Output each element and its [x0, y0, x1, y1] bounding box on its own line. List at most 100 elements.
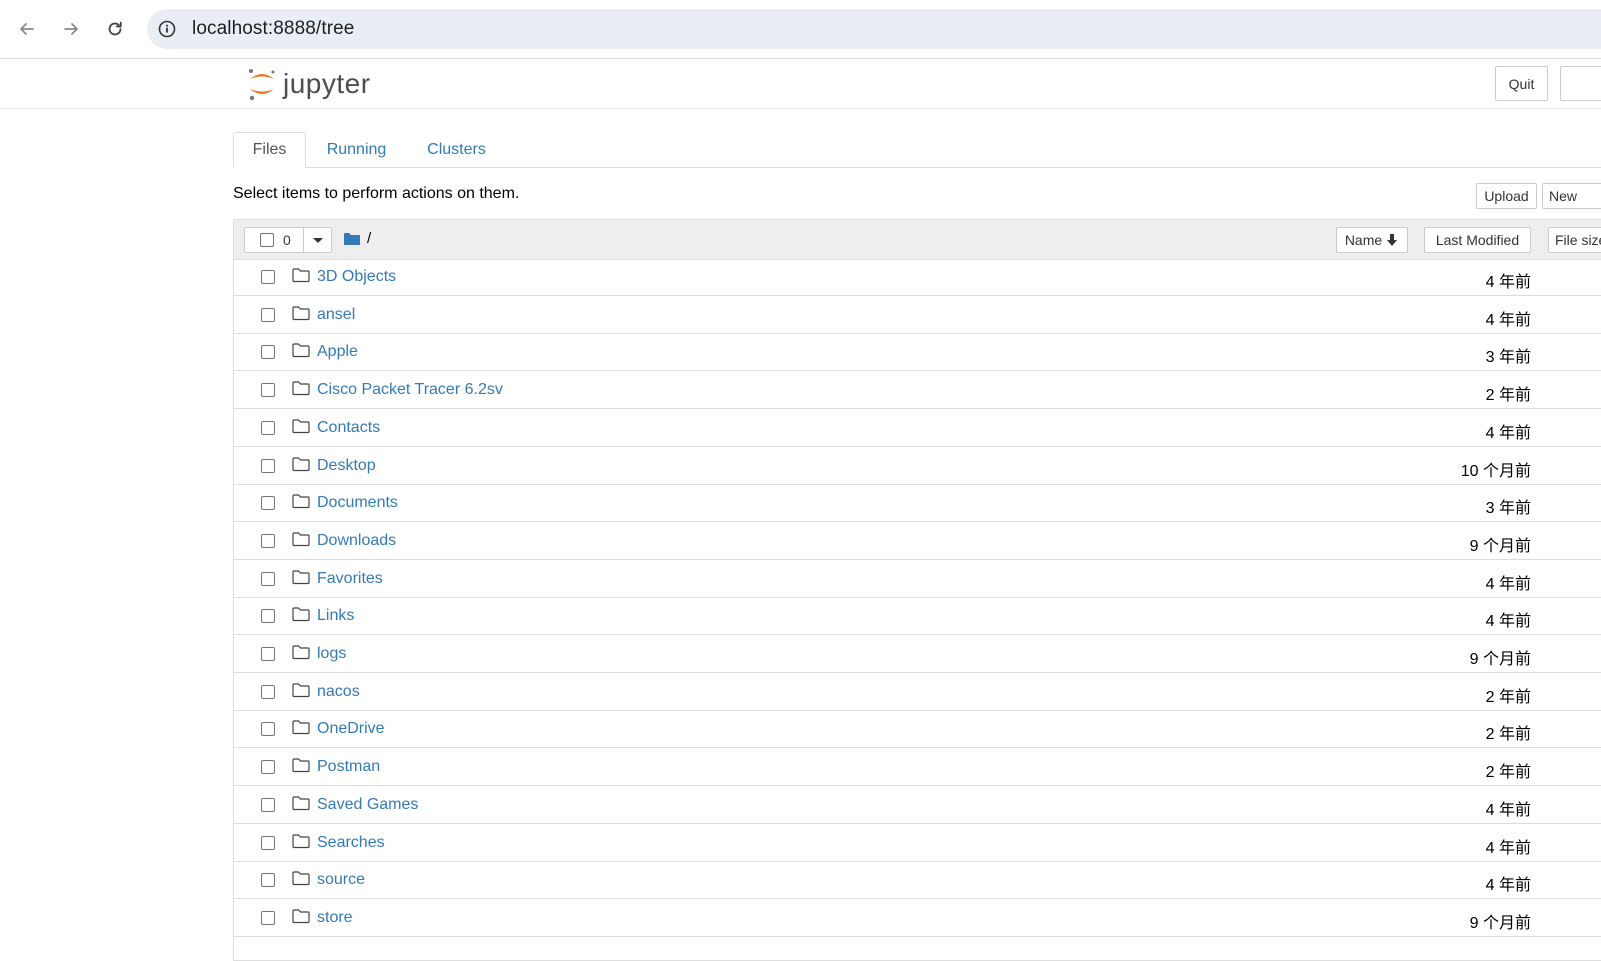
- info-icon[interactable]: [158, 20, 176, 38]
- item-checkbox[interactable]: [261, 307, 275, 322]
- item-name-link[interactable]: OneDrive: [317, 720, 385, 738]
- list-item[interactable]: Saved Games 4 年前: [234, 787, 1601, 824]
- item-checkbox[interactable]: [261, 609, 275, 624]
- item-checkbox[interactable]: [261, 760, 275, 775]
- list-item[interactable]: Apple 3 年前: [234, 334, 1601, 372]
- folder-breadcrumb[interactable]: /: [344, 230, 371, 247]
- jupyter-logo[interactable]: jupyter: [247, 66, 371, 102]
- item-checkbox[interactable]: [261, 910, 275, 925]
- item-checkbox[interactable]: [261, 420, 275, 435]
- address-url[interactable]: localhost:8888/tree: [192, 18, 354, 40]
- item-checkbox[interactable]: [261, 533, 275, 548]
- list-item[interactable]: Desktop 10 个月前: [234, 448, 1601, 485]
- logo-text: jupyter: [283, 68, 371, 99]
- list-item[interactable]: Links 4 年前: [234, 598, 1601, 636]
- item-checkbox[interactable]: [261, 270, 275, 284]
- folder-outline-icon: [292, 683, 310, 697]
- item-name-link[interactable]: store: [317, 909, 353, 927]
- list-item[interactable]: 3D Objects 4 年前: [234, 259, 1601, 296]
- item-last-modified: 10 个月前: [1460, 462, 1531, 480]
- back-button[interactable]: [12, 14, 42, 44]
- logout-button[interactable]: [1560, 66, 1601, 101]
- item-checkbox[interactable]: [261, 722, 275, 737]
- sort-by-size-button[interactable]: File size: [1548, 227, 1601, 253]
- item-name-link[interactable]: Contacts: [317, 419, 380, 437]
- jupyter-header: jupyter Quit: [0, 59, 1601, 109]
- item-name-link[interactable]: Favorites: [317, 570, 383, 588]
- item-name-link[interactable]: Postman: [317, 758, 380, 776]
- item-checkbox[interactable]: [261, 496, 275, 511]
- list-item[interactable]: ansel 4 年前: [234, 297, 1601, 334]
- sort-by-modified-button[interactable]: Last Modified: [1424, 227, 1531, 253]
- select-all-checkbox[interactable]: [260, 233, 274, 247]
- tab-clusters[interactable]: Clusters: [412, 132, 501, 168]
- item-name-link[interactable]: 3D Objects: [317, 268, 396, 286]
- reload-button[interactable]: [100, 14, 130, 44]
- item-name-link[interactable]: Cisco Packet Tracer 6.2sv: [317, 381, 503, 399]
- list-item[interactable]: Contacts 4 年前: [234, 410, 1601, 447]
- upload-button[interactable]: Upload: [1476, 183, 1537, 209]
- quit-button[interactable]: Quit: [1495, 66, 1548, 101]
- arrow-right-icon: [64, 23, 78, 35]
- item-name-link[interactable]: Saved Games: [317, 796, 418, 814]
- item-last-modified: 4 年前: [1485, 575, 1531, 593]
- folder-outline-icon: [292, 532, 310, 546]
- list-item[interactable]: Favorites 4 年前: [234, 561, 1601, 598]
- list-item[interactable]: OneDrive 2 年前: [234, 711, 1601, 749]
- item-checkbox[interactable]: [261, 797, 275, 812]
- browser-toolbar: localhost:8888/tree: [0, 0, 1601, 59]
- list-item[interactable]: store 9 个月前: [234, 900, 1601, 937]
- forward-button[interactable]: [56, 14, 86, 44]
- item-name-link[interactable]: ansel: [317, 306, 355, 324]
- instructions-text: Select items to perform actions on them.: [233, 185, 520, 202]
- item-checkbox[interactable]: [261, 383, 275, 398]
- item-name-link[interactable]: Documents: [317, 494, 398, 512]
- item-checkbox[interactable]: [261, 873, 275, 888]
- list-item[interactable]: nacos 2 年前: [234, 674, 1601, 711]
- item-last-modified: 2 年前: [1485, 764, 1531, 782]
- item-last-modified: 3 年前: [1485, 349, 1531, 367]
- item-last-modified: 2 年前: [1485, 387, 1531, 405]
- folder-outline-icon: [292, 720, 310, 735]
- item-name-link[interactable]: logs: [317, 645, 346, 663]
- address-bar[interactable]: localhost:8888/tree: [147, 9, 1601, 49]
- list-header: 0 / Name Last Modified File size: [234, 220, 1601, 260]
- item-last-modified: 9 个月前: [1469, 914, 1531, 932]
- item-name-link[interactable]: Downloads: [317, 532, 396, 550]
- item-last-modified: 4 年前: [1485, 613, 1531, 631]
- tab-running[interactable]: Running: [312, 132, 401, 168]
- list-item[interactable]: source 4 年前: [234, 862, 1601, 900]
- list-item[interactable]: Cisco Packet Tracer 6.2sv 2 年前: [234, 372, 1601, 410]
- list-item[interactable]: logs 9 个月前: [234, 636, 1601, 673]
- item-last-modified: 4 年前: [1485, 424, 1531, 442]
- reload-icon: [108, 21, 122, 36]
- item-checkbox[interactable]: [261, 647, 275, 661]
- item-name-link[interactable]: source: [317, 871, 365, 889]
- list-item[interactable]: Documents 3 年前: [234, 485, 1601, 523]
- item-name-link[interactable]: Links: [317, 607, 354, 625]
- item-checkbox[interactable]: [261, 684, 275, 699]
- breadcrumb-root[interactable]: /: [367, 230, 371, 247]
- folder-outline-icon: [292, 909, 310, 923]
- list-item[interactable]: Searches 4 年前: [234, 825, 1601, 862]
- tab-files[interactable]: Files: [233, 132, 306, 168]
- item-checkbox[interactable]: [261, 345, 275, 360]
- folder-outline-icon: [292, 494, 310, 509]
- item-name-link[interactable]: Apple: [317, 343, 358, 361]
- list-item[interactable]: Postman 2 年前: [234, 749, 1601, 787]
- folder-outline-icon: [292, 569, 310, 584]
- item-name-link[interactable]: Searches: [317, 834, 385, 852]
- item-checkbox[interactable]: [261, 571, 275, 586]
- list-item[interactable]: Downloads 9 个月前: [234, 523, 1601, 560]
- item-name-link[interactable]: nacos: [317, 683, 360, 701]
- selection-dropdown[interactable]: [304, 228, 332, 252]
- item-name-link[interactable]: Desktop: [317, 457, 376, 475]
- sort-by-name-button[interactable]: Name: [1336, 227, 1408, 253]
- folder-outline-icon: [292, 456, 310, 471]
- item-checkbox[interactable]: [261, 458, 275, 473]
- select-all-group[interactable]: 0: [244, 227, 332, 253]
- folder-outline-icon: [292, 758, 310, 773]
- new-button[interactable]: New: [1542, 183, 1601, 209]
- item-last-modified: 9 个月前: [1469, 651, 1531, 668]
- item-checkbox[interactable]: [261, 835, 275, 850]
